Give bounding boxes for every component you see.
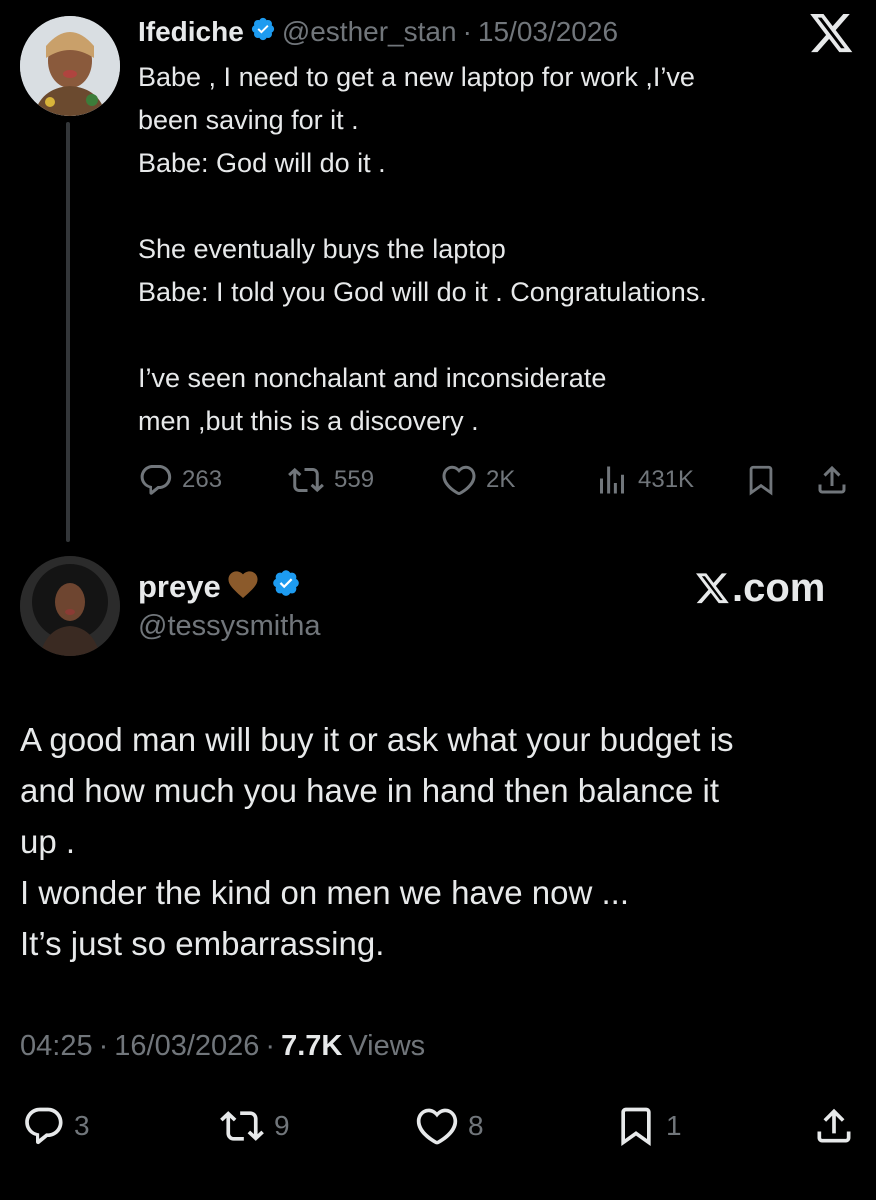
like-button[interactable]: 8 [414,1104,484,1148]
reply-button[interactable]: 3 [22,1104,90,1148]
views-label: Views [348,1030,426,1062]
views-count[interactable]: 7.7K [281,1030,342,1063]
repost-count: 559 [334,466,375,493]
bookmark-icon [749,465,773,496]
quoted-tweet-text: Babe , I need to get a new laptop for wo… [138,62,707,436]
like-count: 2K [486,466,516,493]
tweet-time[interactable]: 04:25 [20,1030,93,1063]
brown-heart-emoji [225,567,261,607]
repost-button[interactable]: 9 [218,1104,290,1148]
tweet-date[interactable]: 15/03/2026 [478,16,618,48]
x-logo-icon [696,572,729,603]
reply-icon [140,465,172,495]
repost-button[interactable]: 559 [286,462,374,498]
avatar-ifediche[interactable] [20,16,120,116]
avatar-image [20,16,120,116]
handle[interactable]: @esther_stan [282,16,457,48]
repost-icon [220,1111,264,1141]
reply-button[interactable]: 263 [138,462,222,498]
verified-badge-icon [271,568,301,606]
bookmark-icon [621,1107,651,1147]
avatar-preye[interactable] [20,556,120,656]
heart-icon [416,1108,458,1145]
repost-count: 9 [274,1110,290,1141]
heart-icon [442,465,476,496]
x-logo-icon [810,14,854,59]
like-button[interactable]: 2K [440,462,515,498]
tweet-date[interactable]: 16/03/2026 [114,1030,259,1063]
separator-dot: · [462,16,472,47]
main-tweet-handle[interactable]: @tessysmitha [138,610,321,643]
share-icon [818,465,846,494]
share-icon [817,1108,851,1143]
share-button[interactable] [814,462,850,498]
views-count: 431K [638,466,695,493]
quoted-tweet-header: Ifediche @esther_stan · 15/03/2026 [138,12,618,52]
display-name[interactable]: preye [138,569,221,605]
bookmark-count: 1 [666,1110,682,1141]
thread-connector-line [66,122,70,542]
bookmark-button[interactable]: 1 [614,1104,682,1148]
separator-dot: · [98,1030,109,1062]
x-com-watermark: .com [696,566,825,611]
main-tweet-name-row: preye [138,566,301,608]
share-button[interactable] [812,1104,856,1148]
analytics-icon [600,466,624,494]
watermark-text: .com [732,566,826,610]
reply-icon [25,1107,63,1145]
verified-badge-icon [250,16,276,49]
avatar-image [20,556,120,656]
display-name[interactable]: Ifediche [138,16,244,48]
bookmark-button[interactable] [744,462,778,498]
separator-dot: · [265,1030,276,1062]
repost-icon [288,467,324,493]
views-button[interactable]: 431K [594,462,694,498]
like-count: 8 [468,1110,484,1141]
main-tweet-text: A good man will buy it or ask what your … [20,721,734,962]
reply-count: 3 [74,1110,90,1141]
reply-count: 263 [182,466,223,493]
tweet-meta: 04:25 · 16/03/2026 · 7.7K Views [20,1030,425,1063]
